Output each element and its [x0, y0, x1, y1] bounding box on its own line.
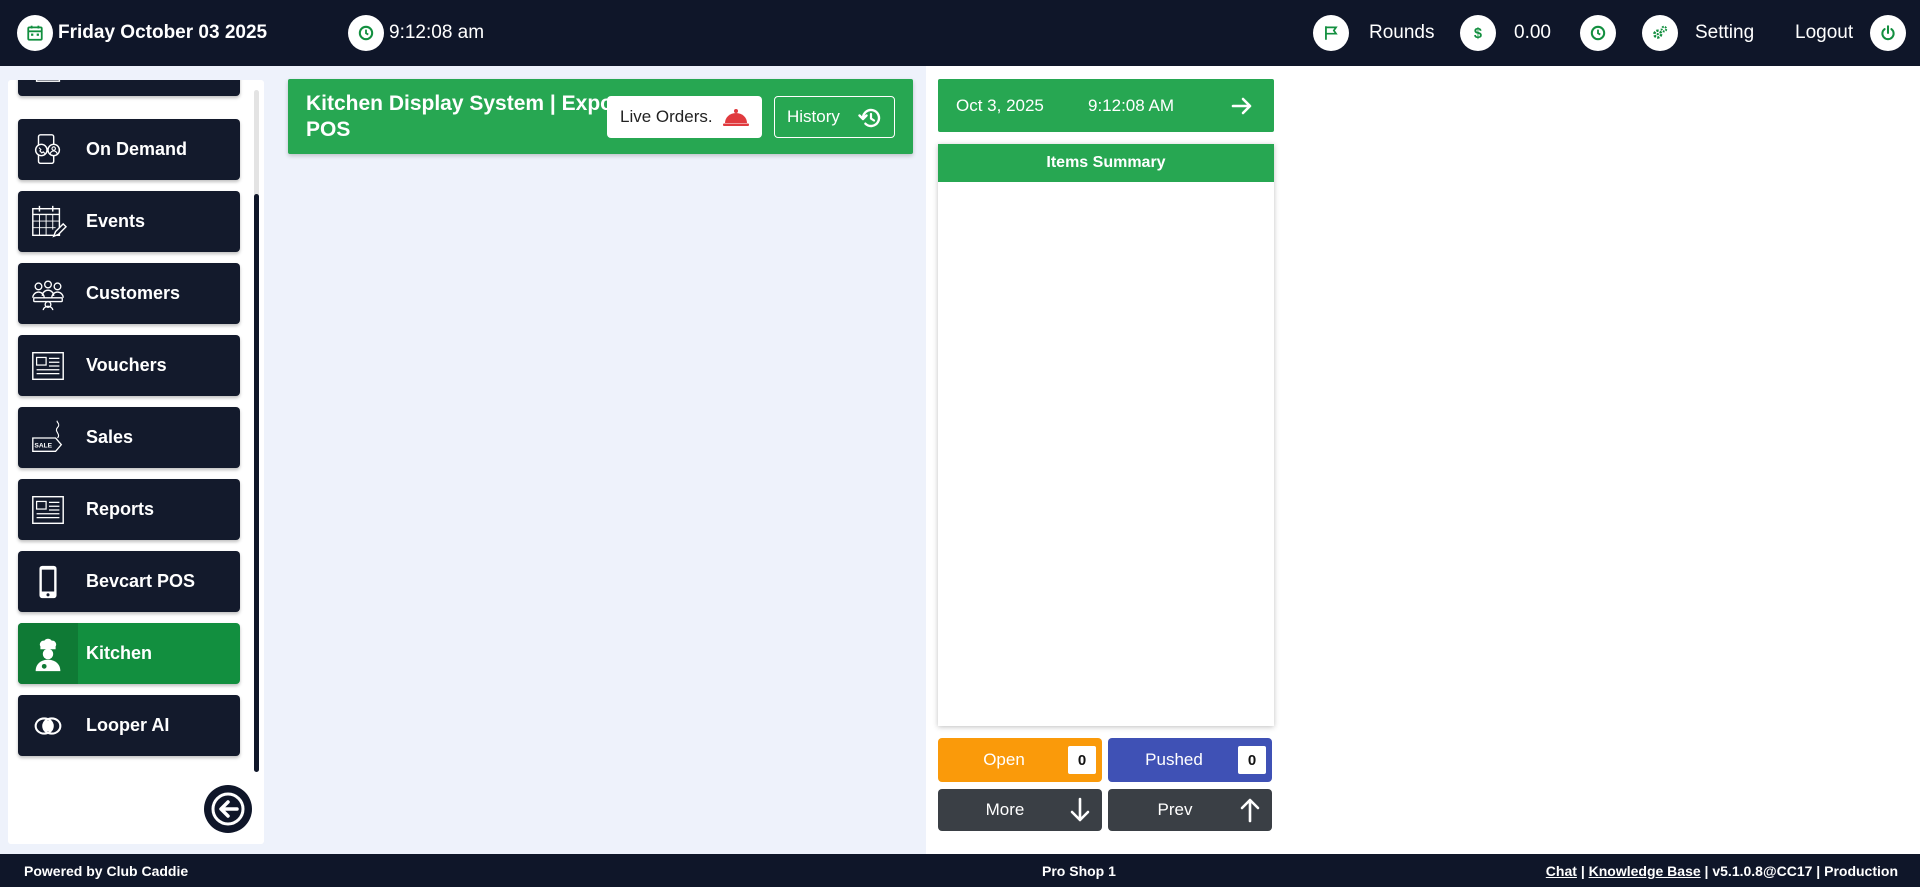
sidebar-item-label: Sales	[86, 427, 134, 447]
open-count: 0	[1068, 746, 1096, 774]
time-display: 9:12:08 am	[348, 0, 484, 66]
svg-text:SALE: SALE	[34, 442, 52, 449]
sidebar-item-label: Looper AI	[86, 715, 170, 735]
more-label: More	[985, 800, 1025, 819]
collapse-sidebar-button[interactable]	[204, 785, 252, 833]
clock-icon	[348, 15, 384, 51]
sidebar-item-label: Vouchers	[86, 355, 167, 375]
pushed-label: Pushed	[1145, 750, 1203, 769]
document-icon	[18, 80, 78, 96]
live-orders-label: Live Orders.	[620, 107, 713, 126]
customers-icon	[18, 263, 78, 324]
cloche-icon	[723, 109, 749, 126]
items-summary-panel: Items Summary	[938, 144, 1274, 726]
logout-label: Logout	[1795, 22, 1854, 43]
more-button[interactable]: More	[938, 789, 1102, 831]
logout-button[interactable]: Logout	[1790, 0, 1907, 66]
location-name: Pro Shop 1	[1042, 863, 1116, 879]
panel-date: Oct 3, 2025	[956, 96, 1044, 115]
sidebar-scrollbar-thumb[interactable]	[254, 194, 259, 772]
prev-button[interactable]: Prev	[1108, 789, 1272, 831]
dollar-icon: $	[1460, 15, 1496, 51]
sidebar-item-label: Bevcart POS	[86, 571, 196, 591]
kds-header: Kitchen Display System | Expo POS Live O…	[288, 79, 913, 154]
chat-link[interactable]: Chat	[1546, 863, 1577, 879]
footer: Powered by Club Caddie Pro Shop 1 Chat |…	[0, 854, 1920, 887]
prev-label: Prev	[1157, 800, 1193, 819]
sidebar-item-reports[interactable]: Reports	[18, 479, 240, 540]
flag-icon	[1313, 15, 1349, 51]
sidebar-item-label: Kitchen	[86, 643, 153, 663]
sidebar-item-vouchers[interactable]: Vouchers	[18, 335, 240, 396]
rounds-button[interactable]: Rounds	[1313, 0, 1435, 66]
top-bar: Friday October 03 2025 9:12:08 am Rounds…	[0, 0, 1920, 66]
report-icon	[18, 479, 78, 540]
date-display: Friday October 03 2025	[17, 0, 267, 66]
sidebar-item-events[interactable]: Events	[18, 191, 240, 252]
voucher-icon	[18, 335, 78, 396]
live-orders-button[interactable]: Live Orders.	[607, 96, 762, 138]
footer-separator: |	[1816, 863, 1821, 879]
footer-separator: |	[1704, 863, 1709, 879]
footer-links: Chat | Knowledge Base | v5.1.0.8@CC17 | …	[1546, 863, 1898, 879]
chef-icon	[18, 623, 78, 684]
version-text: v5.1.0.8@CC17	[1712, 863, 1813, 879]
svg-text:$: $	[1474, 26, 1482, 42]
balance-amount: 0.00	[1514, 22, 1551, 43]
history-icon	[858, 108, 881, 128]
sidebar-item-label: On Demand	[86, 139, 188, 159]
current-date: Friday October 03 2025	[58, 22, 268, 43]
calendar-icon	[17, 15, 53, 51]
environment-text: Production	[1824, 863, 1898, 879]
looper-icon	[18, 695, 78, 756]
calendar-edit-icon	[18, 191, 78, 252]
sidebar: On Demand Events Customers Vouchers SALE…	[8, 80, 264, 844]
phone-support-icon	[18, 119, 78, 180]
clock-button[interactable]	[1580, 0, 1616, 66]
pushed-orders-button[interactable]: Pushed 0	[1108, 738, 1272, 782]
sidebar-item-looper-ai[interactable]: Looper AI	[18, 695, 240, 756]
arrow-down-icon	[1070, 797, 1090, 822]
powered-by-text: Powered by Club Caddie	[24, 863, 189, 879]
setting-button[interactable]: Setting	[1642, 0, 1754, 66]
sidebar-item-bevcart-pos[interactable]: Bevcart POS	[18, 551, 240, 612]
arrow-right-icon[interactable]	[1230, 94, 1254, 118]
history-button[interactable]: History	[774, 96, 895, 138]
date-time-bar: Oct 3, 2025 9:12:08 AM	[938, 79, 1274, 132]
clock-icon	[1580, 15, 1616, 51]
gears-icon	[1642, 15, 1678, 51]
sidebar-item-label: Customers	[86, 283, 181, 303]
pushed-count: 0	[1238, 746, 1266, 774]
sidebar-item-on-demand[interactable]: On Demand	[18, 119, 240, 180]
items-summary-title: Items Summary	[938, 144, 1274, 182]
rounds-label: Rounds	[1369, 22, 1435, 43]
sidebar-item-label: Reports	[86, 499, 155, 519]
sidebar-item-hidden[interactable]	[18, 80, 240, 96]
panel-time: 9:12:08 AM	[1088, 96, 1175, 115]
setting-label: Setting	[1695, 22, 1755, 43]
main-content-area	[276, 66, 926, 854]
page-title: Kitchen Display System | Expo POS	[306, 92, 613, 141]
balance-display[interactable]: $ 0.00	[1460, 0, 1551, 66]
mobile-icon	[18, 551, 78, 612]
sidebar-item-kitchen[interactable]: Kitchen	[18, 623, 240, 684]
knowledge-base-link[interactable]: Knowledge Base	[1589, 863, 1701, 879]
sale-tag-icon: SALE	[18, 407, 78, 468]
open-label: Open	[983, 750, 1025, 769]
arrow-left-circle-icon	[211, 792, 245, 826]
sidebar-item-sales[interactable]: SALE Sales	[18, 407, 240, 468]
current-time: 9:12:08 am	[389, 22, 485, 43]
sidebar-item-label: Events	[86, 211, 146, 231]
arrow-up-icon	[1240, 798, 1260, 823]
power-icon	[1870, 15, 1907, 51]
history-label: History	[787, 107, 840, 126]
footer-separator: |	[1580, 863, 1585, 879]
sidebar-item-customers[interactable]: Customers	[18, 263, 240, 324]
open-orders-button[interactable]: Open 0	[938, 738, 1102, 782]
